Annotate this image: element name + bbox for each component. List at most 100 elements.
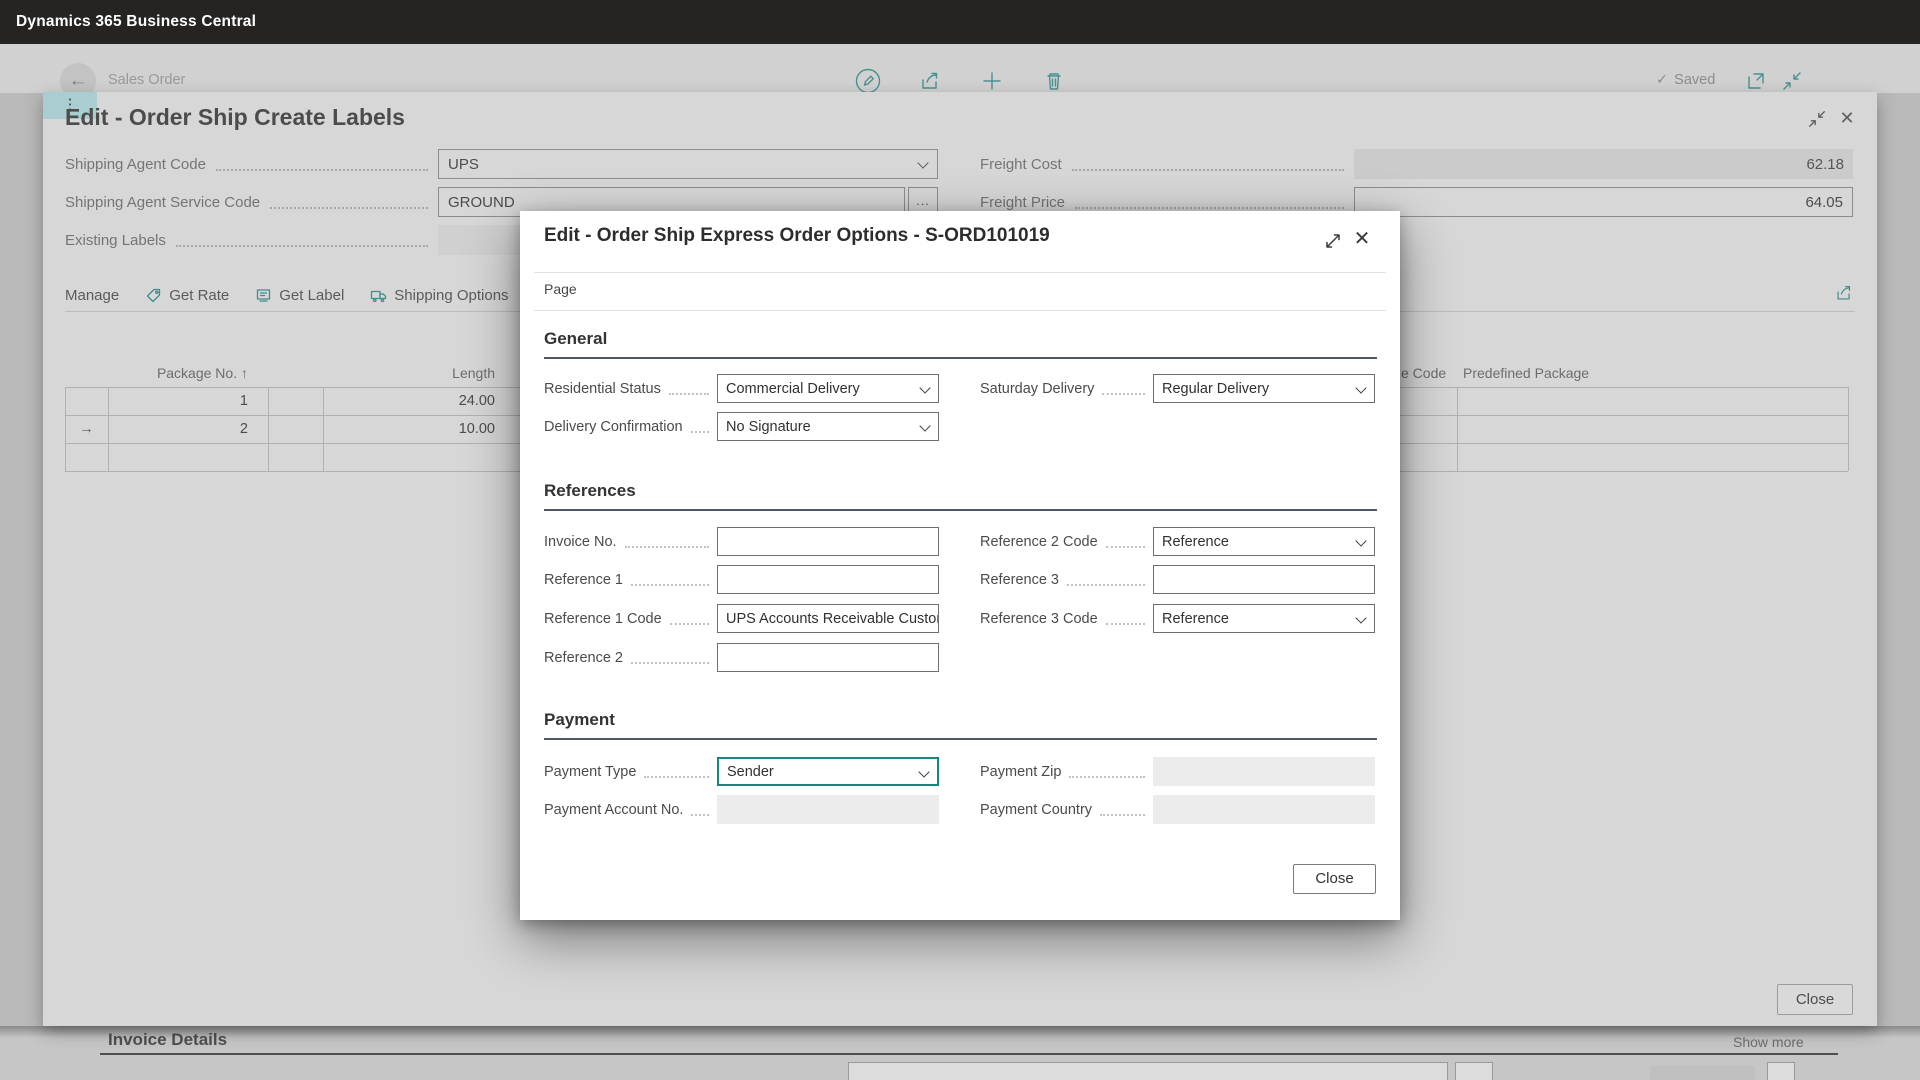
- divider: [534, 310, 1386, 311]
- trash-icon: [1041, 68, 1067, 94]
- dotted-leader: [1075, 196, 1344, 209]
- section-title-payment: Payment: [544, 710, 615, 730]
- column-header-predefined-package[interactable]: Predefined Package: [1463, 365, 1663, 381]
- share-page-button[interactable]: [1833, 282, 1855, 304]
- dotted-leader: [669, 383, 709, 395]
- invoice-details-section: Invoice Details Show more: [0, 1026, 1920, 1080]
- dotted-leader: [625, 536, 709, 548]
- partial-assist-button[interactable]: [1455, 1062, 1493, 1080]
- dotted-leader: [1102, 383, 1145, 395]
- payment-type-select[interactable]: Sender: [717, 757, 939, 786]
- dotted-leader: [691, 804, 709, 816]
- get-label-button[interactable]: Get Label: [255, 287, 344, 304]
- reference-2-label: Reference 2: [544, 650, 623, 666]
- modal-close-button[interactable]: Close: [1293, 864, 1376, 894]
- dialog-collapse-button[interactable]: [1807, 109, 1827, 129]
- column-header-package-no[interactable]: Package No. ↑: [108, 365, 248, 381]
- delivery-confirmation-label: Delivery Confirmation: [544, 419, 683, 435]
- dialog-toolbar: Manage Get Rate Get Label Shipping Optio…: [65, 280, 509, 310]
- dialog-close-icon[interactable]: ✕: [1837, 108, 1857, 128]
- share-button[interactable]: [917, 68, 943, 94]
- page-menu[interactable]: Page: [544, 281, 577, 297]
- express-order-options-modal: Edit - Order Ship Express Order Options …: [520, 211, 1400, 920]
- payment-country-field: [1153, 795, 1375, 824]
- shipping-agent-code-select[interactable]: UPS: [438, 149, 938, 179]
- table-grid-line: [1457, 387, 1458, 471]
- divider: [534, 272, 1386, 273]
- reference-3-label: Reference 3: [980, 572, 1059, 588]
- reference-3-code-select[interactable]: Reference: [1153, 604, 1375, 633]
- sort-ascending-icon: ↑: [241, 365, 248, 381]
- current-row-arrow-icon: →: [65, 415, 108, 443]
- partial-input-field[interactable]: [848, 1062, 1448, 1080]
- length-cell[interactable]: 24.00: [323, 387, 495, 415]
- modal-close-icon[interactable]: ✕: [1351, 229, 1373, 249]
- plus-icon: [979, 68, 1005, 94]
- freight-price-input[interactable]: 64.05: [1354, 187, 1853, 217]
- screen: Dynamics 365 Business Central ← Sales Or…: [0, 0, 1920, 1080]
- reference-1-code-field[interactable]: UPS Accounts Receivable Customer: [717, 604, 939, 633]
- section-rule: [100, 1053, 1838, 1055]
- app-header: Dynamics 365 Business Central: [0, 0, 1920, 44]
- residential-status-select[interactable]: Commercial Delivery: [717, 374, 939, 403]
- price-tag-icon: [145, 287, 162, 304]
- expand-icon: [1324, 232, 1342, 250]
- reference-2-code-select[interactable]: Reference: [1153, 527, 1375, 556]
- dotted-leader: [270, 196, 428, 209]
- collapse-icon: [1807, 109, 1827, 129]
- chevron-down-icon: [919, 382, 930, 393]
- invoice-no-input[interactable]: [717, 527, 939, 556]
- check-icon: ✓: [1656, 72, 1668, 88]
- truck-icon: [370, 287, 387, 304]
- partial-assist-button[interactable]: [1767, 1062, 1795, 1080]
- column-header-length[interactable]: Length: [323, 365, 495, 381]
- reference-1-label: Reference 1: [544, 572, 623, 588]
- payment-type-label: Payment Type: [544, 764, 636, 780]
- shipping-options-button[interactable]: Shipping Options: [370, 287, 508, 304]
- length-cell[interactable]: 10.00: [323, 415, 495, 443]
- edit-button[interactable]: [855, 68, 881, 94]
- chevron-down-icon: [919, 420, 930, 431]
- section-title-general: General: [544, 329, 607, 349]
- dialog-close-button[interactable]: Close: [1777, 984, 1853, 1015]
- saturday-delivery-select[interactable]: Regular Delivery: [1153, 374, 1375, 403]
- label-icon: [255, 287, 272, 304]
- dialog-title: Edit - Order Ship Create Labels: [65, 104, 405, 131]
- collapse-window-button[interactable]: [1781, 70, 1803, 92]
- sales-order-header: [0, 44, 1920, 93]
- table-grid-line: [268, 387, 269, 471]
- package-no-cell[interactable]: 2: [108, 415, 248, 443]
- reference-3-input[interactable]: [1153, 565, 1375, 594]
- reference-1-input[interactable]: [717, 565, 939, 594]
- section-rule: [544, 357, 1377, 359]
- page-caption[interactable]: Sales Order: [108, 72, 185, 88]
- saturday-delivery-label: Saturday Delivery: [980, 381, 1094, 397]
- dotted-leader: [631, 574, 709, 586]
- dotted-leader: [670, 613, 709, 625]
- add-button[interactable]: [979, 68, 1005, 94]
- delete-button[interactable]: [1041, 68, 1067, 94]
- delivery-confirmation-select[interactable]: No Signature: [717, 412, 939, 441]
- popout-icon: [1745, 70, 1767, 92]
- package-no-cell[interactable]: 1: [108, 387, 248, 415]
- show-more-link[interactable]: Show more: [1733, 1034, 1804, 1050]
- share-icon: [1833, 282, 1855, 304]
- get-rate-button[interactable]: Get Rate: [145, 287, 229, 304]
- dotted-leader: [1100, 804, 1145, 816]
- chevron-down-icon: [1355, 535, 1366, 546]
- reference-2-input[interactable]: [717, 643, 939, 672]
- existing-labels-label: Existing Labels: [65, 232, 166, 249]
- invoice-no-label: Invoice No.: [544, 534, 617, 550]
- open-in-window-button[interactable]: [1745, 70, 1767, 92]
- chevron-down-icon: [1355, 612, 1366, 623]
- modal-expand-button[interactable]: [1324, 232, 1342, 250]
- chevron-down-icon: [918, 766, 929, 777]
- reference-2-code-label: Reference 2 Code: [980, 534, 1098, 550]
- dotted-leader: [631, 652, 709, 664]
- dotted-leader: [644, 766, 709, 778]
- shipping-agent-code-label: Shipping Agent Code: [65, 156, 206, 173]
- manage-menu[interactable]: Manage: [65, 287, 119, 304]
- column-header-code-partial[interactable]: e Code: [1401, 365, 1461, 381]
- dotted-leader: [176, 234, 428, 247]
- payment-zip-field: [1153, 757, 1375, 786]
